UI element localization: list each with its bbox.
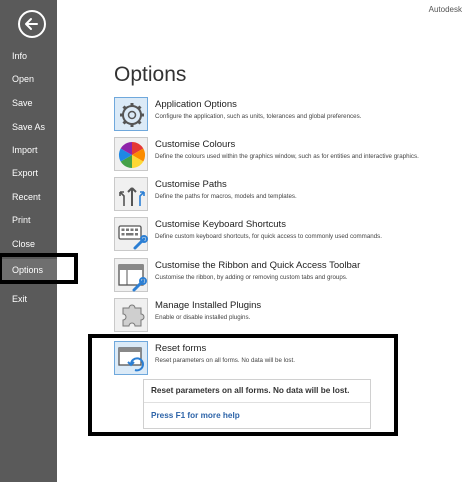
sidebar-item-import[interactable]: Import [0, 139, 57, 161]
annotation-box-options [0, 253, 78, 284]
gear-icon [114, 97, 148, 131]
sidebar-item-recent[interactable]: Recent [0, 186, 57, 208]
option-title: Manage Installed Plugins [155, 300, 262, 311]
option-customise-ribbon[interactable]: Customise the Ribbon and Quick Access To… [114, 258, 454, 294]
sidebar: Info Open Save Save As Import Export Rec… [0, 0, 57, 482]
sidebar-item-save-as[interactable]: Save As [0, 116, 57, 138]
option-customise-colours[interactable]: Customise Colours Define the colours use… [114, 137, 454, 173]
sidebar-item-exit[interactable]: Exit [0, 288, 57, 310]
option-customise-keyboard-shortcuts[interactable]: Customise Keyboard Shortcuts Define cust… [114, 217, 454, 253]
sidebar-item-close[interactable]: Close [0, 233, 57, 255]
option-customise-paths[interactable]: Customise Paths Define the paths for mac… [114, 177, 454, 213]
option-description: Customise the ribbon, by adding or remov… [155, 274, 348, 281]
option-title: Application Options [155, 99, 237, 110]
option-description: Define the colours used within the graph… [155, 153, 419, 160]
plugin-icon [114, 298, 148, 332]
option-application-options[interactable]: Application Options Configure the applic… [114, 97, 454, 133]
option-description: Configure the application, such as units… [155, 113, 362, 120]
option-manage-plugins[interactable]: Manage Installed Plugins Enable or disab… [114, 298, 454, 334]
option-title: Customise Paths [155, 179, 227, 190]
sidebar-item-export[interactable]: Export [0, 162, 57, 184]
brand-label: Autodesk [428, 5, 462, 14]
option-title: Customise Colours [155, 139, 236, 150]
option-description: Define the paths for macros, models and … [155, 193, 297, 200]
keyboard-icon [114, 217, 148, 251]
option-description: Enable or disable installed plugins. [155, 314, 251, 321]
option-title: Customise the Ribbon and Quick Access To… [155, 260, 361, 271]
option-description: Define custom keyboard shortcuts, for qu… [155, 233, 382, 240]
annotation-box-reset-forms [88, 334, 398, 436]
paths-icon [114, 177, 148, 211]
back-arrow-icon [25, 18, 38, 30]
sidebar-item-print[interactable]: Print [0, 209, 57, 231]
ribbon-customise-icon [114, 258, 148, 292]
sidebar-item-open[interactable]: Open [0, 68, 57, 90]
color-wheel-icon [114, 137, 148, 171]
back-button[interactable] [18, 10, 46, 38]
option-title: Customise Keyboard Shortcuts [155, 219, 286, 230]
sidebar-item-info[interactable]: Info [0, 45, 57, 67]
sidebar-item-save[interactable]: Save [0, 92, 57, 114]
page-title: Options [114, 63, 187, 86]
